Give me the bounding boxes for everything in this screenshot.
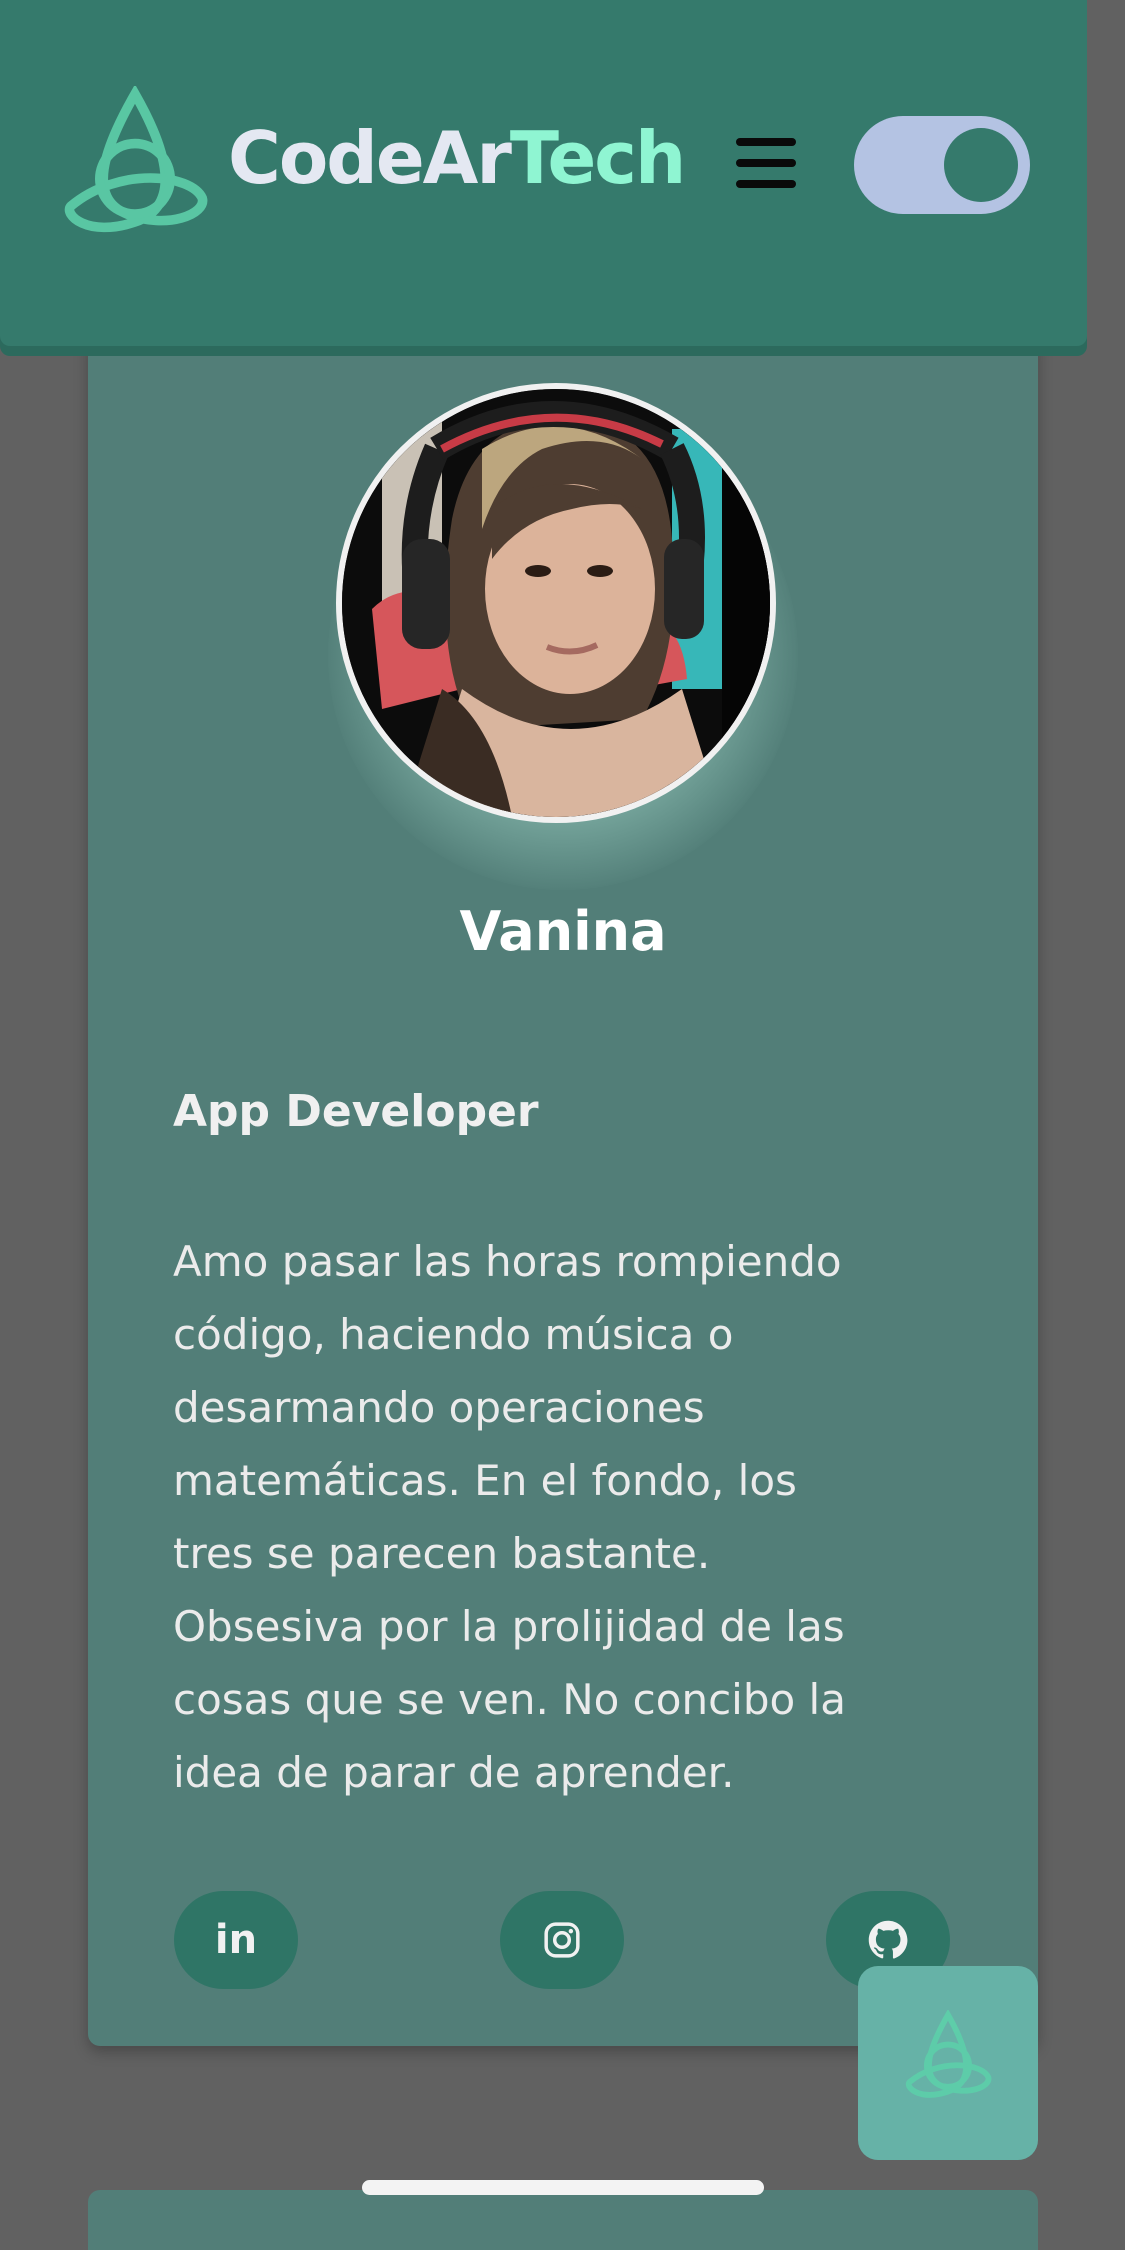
triquetra-icon [905, 2010, 992, 2098]
profile-card: Vanina App Developer Amo pasar las horas… [88, 340, 1038, 2046]
instagram-button[interactable] [500, 1891, 624, 1989]
home-indicator[interactable] [362, 2180, 764, 2195]
brand-name-part2: Tech [509, 116, 686, 200]
hamburger-menu-icon[interactable] [736, 138, 796, 188]
bio-line: código, haciendo música o [173, 1310, 734, 1359]
avatar [336, 383, 776, 823]
profile-bio: Amo pasar las horas rompiendo código, ha… [173, 1225, 963, 1809]
brand-name-part1: CodeAr [228, 116, 512, 200]
bio-line: cosas que se ven. No concibo la [173, 1675, 846, 1724]
bio-line: matemáticas. En el fondo, los [173, 1456, 797, 1505]
next-profile-card [88, 2190, 1038, 2250]
instagram-icon [544, 1922, 580, 1958]
app-header: CodeArTech [0, 0, 1087, 346]
linkedin-icon: in [214, 1917, 258, 1963]
bio-line: tres se parecen bastante. [173, 1529, 711, 1578]
brand-name[interactable]: CodeArTech [228, 116, 686, 200]
bio-line: desarmando operaciones [173, 1383, 705, 1432]
github-icon [868, 1920, 908, 1959]
bio-line: Amo pasar las horas rompiendo [173, 1237, 842, 1286]
scroll-top-button[interactable] [858, 1966, 1038, 2160]
triquetra-logo-icon[interactable] [52, 86, 218, 246]
avatar-photo [342, 389, 770, 817]
linkedin-button[interactable]: in [174, 1891, 298, 1989]
bio-line: Obsesiva por la prolijidad de las [173, 1602, 845, 1651]
toggle-knob [944, 128, 1018, 202]
profile-role: App Developer [173, 1086, 539, 1137]
theme-toggle[interactable] [854, 116, 1030, 214]
bio-line: idea de parar de aprender. [173, 1748, 735, 1797]
profile-name: Vanina [459, 900, 667, 963]
